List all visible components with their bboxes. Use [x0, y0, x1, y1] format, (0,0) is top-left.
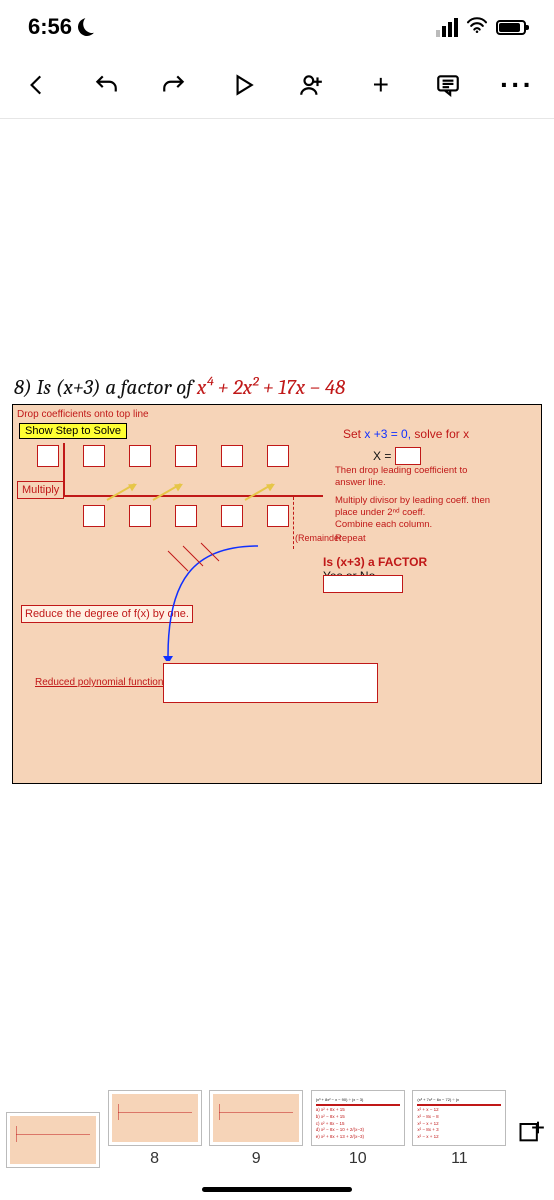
battery-icon	[496, 20, 526, 35]
slide-thumb-8[interactable]	[108, 1090, 202, 1146]
drop-instruction: Drop coefficients onto top line	[17, 409, 149, 420]
note-combine: Combine each column.	[335, 519, 432, 531]
synth-div-hline	[63, 495, 323, 497]
reduced-poly-input[interactable]	[163, 663, 378, 703]
dashed-divider	[293, 497, 294, 549]
play-button[interactable]	[228, 70, 258, 100]
synth-div-vline	[63, 443, 65, 497]
result-box-5[interactable]	[267, 505, 289, 527]
slide-number: 9	[252, 1150, 261, 1168]
slide-thumb-10[interactable]: (x³ + 8x² − x − 90) ÷ (x − 3) a) x² + 8x…	[311, 1090, 405, 1146]
slide-number: 11	[451, 1150, 468, 1168]
home-indicator[interactable]	[202, 1187, 352, 1192]
slide-number: 8	[150, 1150, 159, 1168]
arrow-icon	[153, 483, 182, 501]
show-step-button[interactable]: Show Step to Solve	[19, 423, 127, 439]
cell-signal-icon	[436, 18, 458, 37]
slide-thumb-11[interactable]: (x³ + 7x² − 6x − 72) ÷ (x x² + x − 12 x²…	[412, 1090, 506, 1146]
coeff-box-2[interactable]	[129, 445, 151, 467]
back-button[interactable]	[22, 70, 52, 100]
multiply-button[interactable]: Multiply	[17, 481, 64, 499]
wifi-icon	[466, 16, 488, 38]
dnd-moon-icon	[75, 15, 100, 40]
arrow-icon	[245, 483, 274, 501]
x-equals: X =	[373, 447, 421, 465]
coeff-box-5[interactable]	[267, 445, 289, 467]
status-bar: 6:56	[0, 0, 554, 50]
note-drop-leading: Then drop leading coefficient to answer …	[335, 465, 475, 489]
status-time: 6:56	[28, 14, 72, 40]
slide-thumb-9[interactable]	[209, 1090, 303, 1146]
x-value-input[interactable]	[395, 447, 421, 465]
slide-canvas[interactable]: Drop coefficients onto top line Show Ste…	[12, 404, 542, 784]
add-slide-button[interactable]	[514, 1114, 548, 1148]
share-person-button[interactable]	[296, 70, 326, 100]
question-title: 8) Is (x+3) a factor of x⁴ + 2x² + 17x −…	[14, 376, 345, 400]
more-button[interactable]: ···	[502, 70, 532, 100]
note-multiply: Multiply divisor by leading coeff. then …	[335, 495, 495, 519]
slide-thumb-7[interactable]	[6, 1112, 100, 1168]
reduce-arc-icon	[163, 541, 273, 661]
insert-button[interactable]: +	[365, 70, 395, 100]
coeff-box-1[interactable]	[83, 445, 105, 467]
reduced-poly-label: Reduced polynomial function	[35, 677, 163, 688]
result-box-4[interactable]	[221, 505, 243, 527]
result-box-1[interactable]	[83, 505, 105, 527]
coeff-box-3[interactable]	[175, 445, 197, 467]
comments-button[interactable]	[433, 70, 463, 100]
divisor-box[interactable]	[37, 445, 59, 467]
redo-button[interactable]	[159, 70, 189, 100]
coeff-box-4[interactable]	[221, 445, 243, 467]
set-equation: Set x +3 = 0, solve for x	[343, 427, 469, 441]
undo-button[interactable]	[91, 70, 121, 100]
factor-answer-input[interactable]	[323, 575, 403, 593]
note-repeat: Repeat	[335, 533, 366, 545]
result-box-2[interactable]	[129, 505, 151, 527]
result-box-3[interactable]	[175, 505, 197, 527]
arrow-icon	[107, 483, 136, 501]
slide-number: 10	[349, 1150, 367, 1168]
slide-thumbnails: 8 9 (x³ + 8x² − x − 90) ÷ (x − 3) a) x² …	[0, 1090, 554, 1168]
toolbar: + ···	[0, 50, 554, 119]
